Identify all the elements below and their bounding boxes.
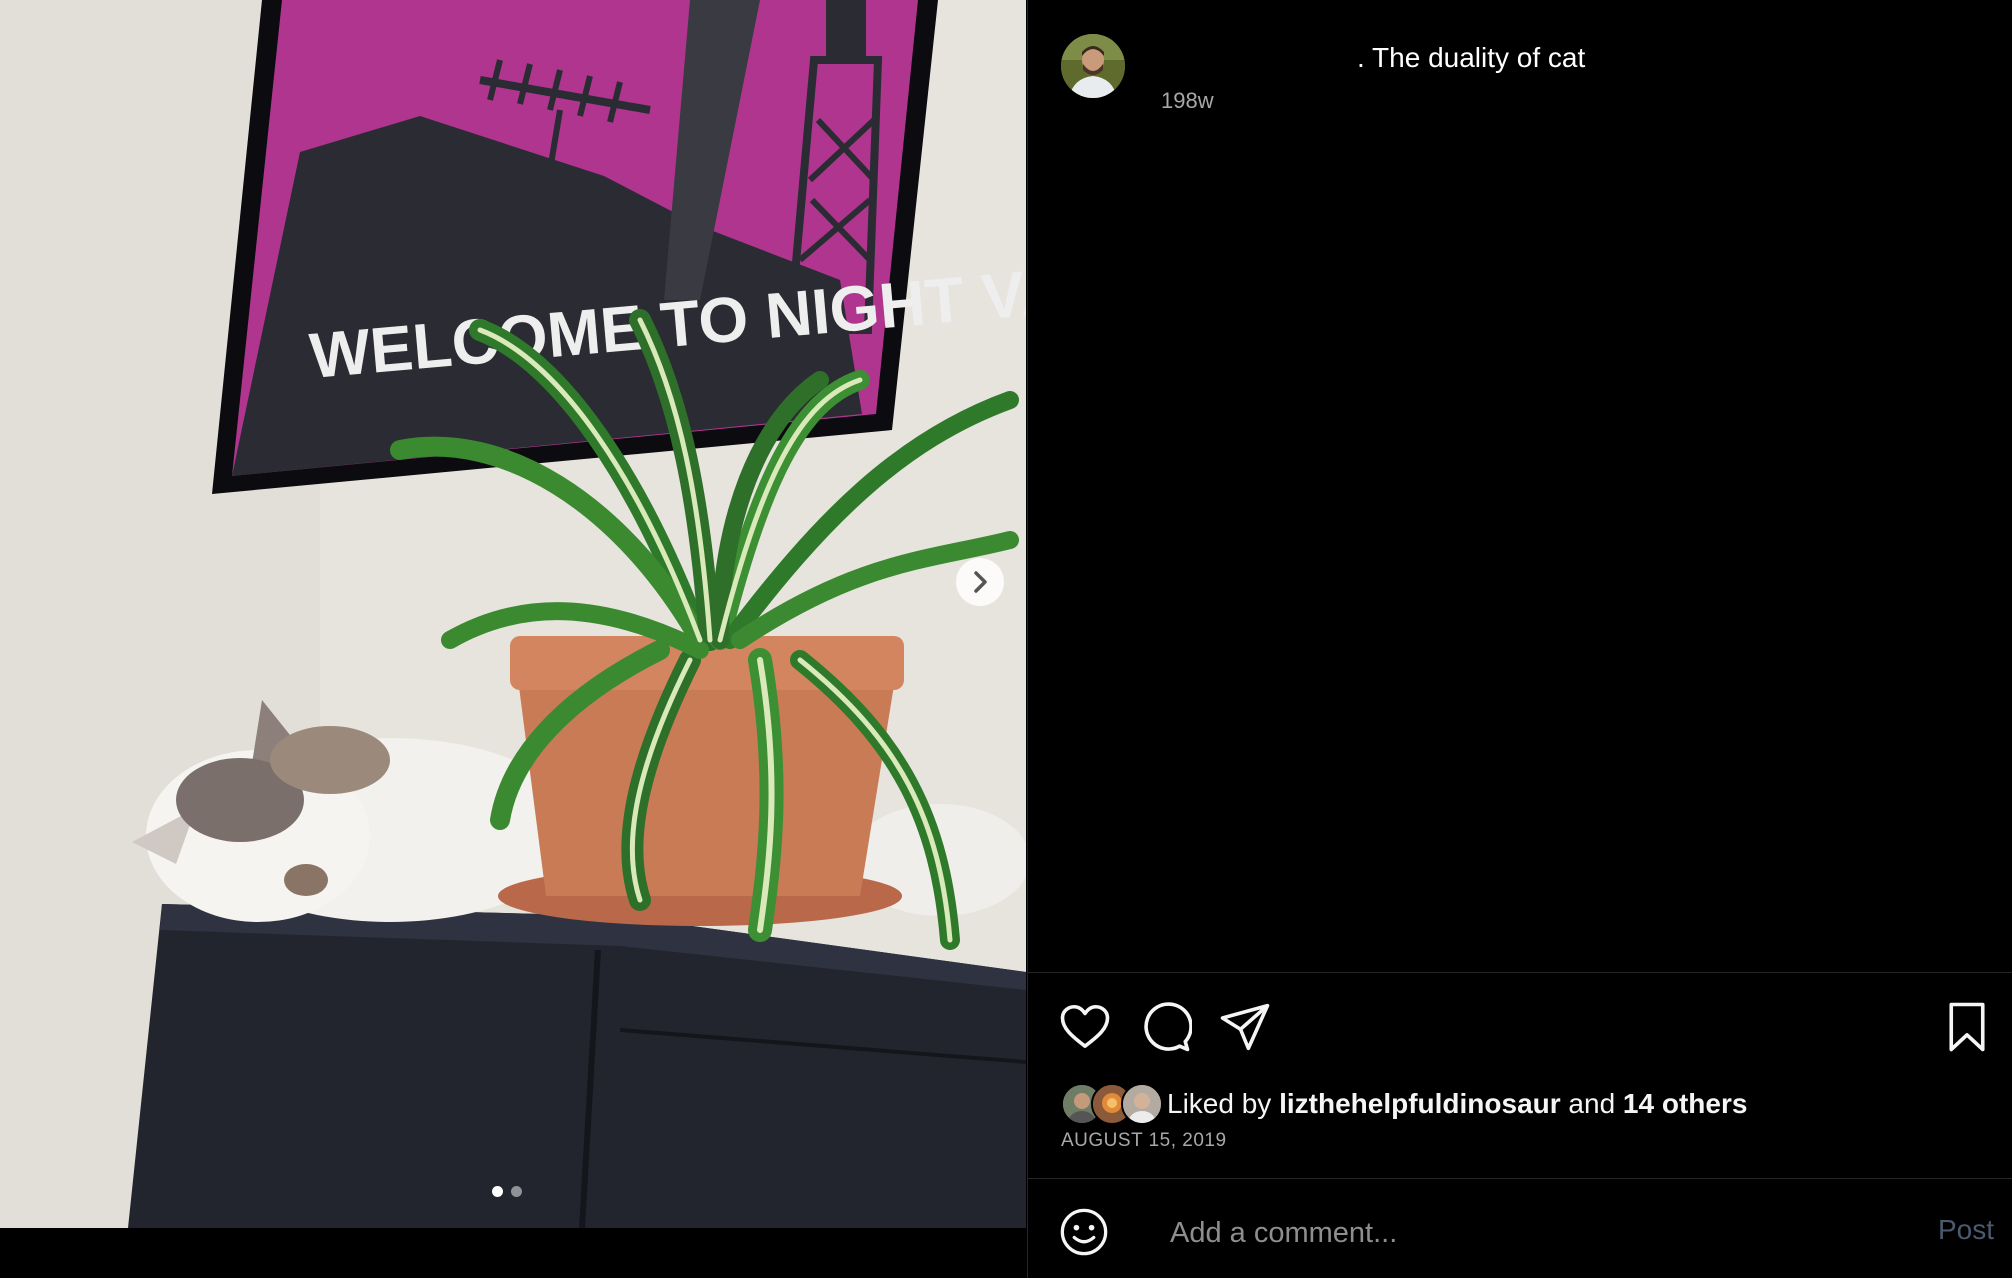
post-date: AUGUST 15, 2019 <box>1061 1130 1227 1151</box>
media-bottom-bar <box>0 1228 1026 1278</box>
carousel-dots <box>492 1186 522 1197</box>
share-icon <box>1220 1003 1270 1051</box>
post-details-panel: . The duality of cat 198w Liked by lizth… <box>1027 0 2012 1278</box>
heart-icon <box>1060 1004 1110 1048</box>
share-button[interactable] <box>1218 1000 1272 1054</box>
post-media[interactable]: WELCOME TO NIGHT VALE <box>0 0 1026 1228</box>
comment-icon <box>1144 1002 1193 1052</box>
post-caption: . The duality of cat <box>1357 42 1586 73</box>
carousel-dot <box>511 1186 522 1197</box>
liker-username[interactable]: lizthehelpfuldinosaur <box>1279 1088 1561 1119</box>
likes-row: Liked by lizthehelpfuldinosaur and 14 ot… <box>1061 1082 1747 1126</box>
likes-summary: Liked by lizthehelpfuldinosaur and 14 ot… <box>1167 1088 1747 1120</box>
comment-button[interactable] <box>1138 1000 1193 1054</box>
carousel-dot-active <box>492 1186 503 1197</box>
comment-input[interactable] <box>1168 1210 1872 1256</box>
post-photo: WELCOME TO NIGHT VALE <box>0 0 1026 1228</box>
action-bar <box>1058 1000 1994 1056</box>
liker-avatar <box>1121 1083 1163 1125</box>
author-avatar-image <box>1061 34 1125 98</box>
likes-others-link[interactable]: 14 others <box>1623 1088 1748 1119</box>
emoji-button[interactable] <box>1058 1206 1110 1258</box>
emoji-icon <box>1060 1208 1108 1256</box>
save-button[interactable] <box>1940 1000 1994 1054</box>
author-avatar[interactable] <box>1061 34 1125 98</box>
next-slide-button[interactable] <box>956 558 1004 606</box>
chevron-right-icon <box>974 571 987 593</box>
bookmark-icon <box>1949 1002 1985 1052</box>
comment-divider <box>1028 1178 2012 1179</box>
post-age[interactable]: 198w <box>1161 88 1214 114</box>
post-comment-button[interactable]: Post <box>1938 1214 1994 1246</box>
liker-avatars <box>1061 1083 1163 1125</box>
liked-by-label: Liked by <box>1167 1088 1272 1119</box>
post-header: . The duality of cat 198w <box>1061 34 1992 124</box>
comment-composer: Post <box>1058 1200 1994 1264</box>
like-button[interactable] <box>1058 1000 1112 1054</box>
likes-connector: and <box>1568 1088 1616 1119</box>
actions-divider <box>1028 972 2012 973</box>
